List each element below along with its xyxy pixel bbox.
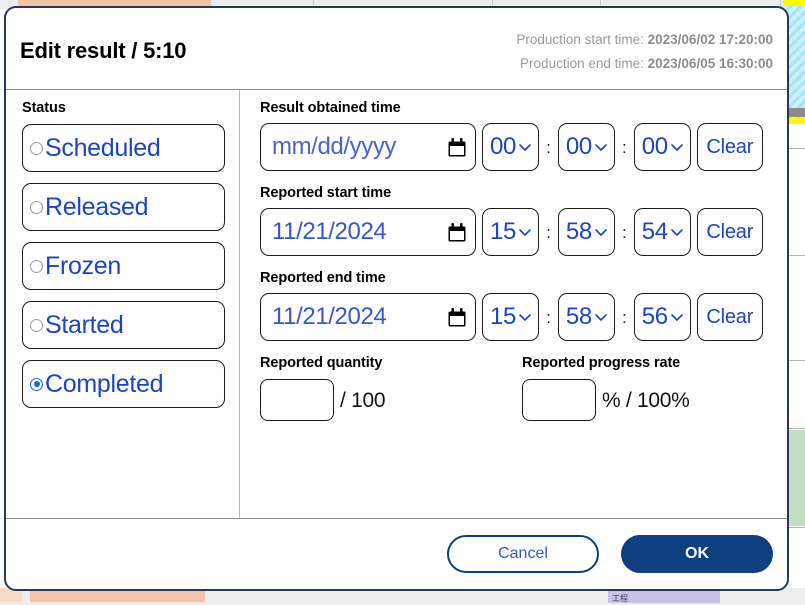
result-obtained-minute-value: 00 [565, 133, 592, 160]
result-obtained-minute-select[interactable]: 00 [557, 123, 615, 171]
radio-icon [30, 141, 43, 155]
reported-quantity-label: Reported quantity [260, 355, 383, 371]
result-obtained-second-select[interactable]: 00 [633, 123, 691, 171]
chevron-down-icon [595, 313, 607, 321]
reported-end-minute-value: 58 [565, 303, 592, 330]
chevron-down-icon [519, 143, 531, 151]
production-times: Production start time: 2023/06/02 17:20:… [516, 28, 773, 76]
status-option-scheduled[interactable]: Scheduled [22, 124, 225, 172]
chevron-down-icon [670, 143, 683, 151]
status-option-label: Scheduled [45, 133, 161, 162]
edit-result-dialog: Edit result / 5:10 Production start time… [4, 6, 789, 591]
reported-end-time-group: Reported end time 11/21/2024 15: 58: 5… [260, 270, 775, 341]
result-obtained-time-group: Result obtained time mm/dd/yyyy 00: 00 … [260, 100, 775, 171]
radio-icon [30, 200, 43, 214]
reported-start-hour-value: 15 [490, 218, 517, 245]
calendar-icon[interactable] [448, 307, 466, 327]
result-obtained-hour-value: 00 [490, 133, 517, 160]
reported-quantity-inline: / 100 [260, 379, 522, 421]
reported-end-time-label: Reported end time [260, 270, 386, 286]
fields-column: Result obtained time mm/dd/yyyy 00: 00 … [240, 90, 787, 518]
calendar-icon[interactable] [448, 137, 466, 157]
reported-start-hour-select[interactable]: 15 [482, 208, 540, 256]
reported-quantity-input[interactable] [260, 379, 334, 421]
radio-icon [30, 318, 43, 332]
reported-start-minute-value: 58 [565, 218, 592, 245]
time-colon-separator: : [621, 222, 627, 242]
time-colon-separator: : [546, 137, 551, 157]
reported-end-time-row: 11/21/2024 15 : 58: 56 Clear [260, 293, 775, 341]
reported-end-clear-button[interactable]: Clear [696, 293, 763, 341]
reported-start-date-input[interactable]: 11/21/2024 [260, 208, 476, 256]
time-colon-separator: : [546, 307, 551, 327]
chevron-down-icon [595, 143, 607, 151]
production-end-time-label: Production end time: [520, 56, 644, 71]
reported-start-time-group: Reported start time 11/21/2024 15: 58:… [260, 185, 775, 256]
backdrop-highlight-top [783, 0, 805, 6]
production-end-time-row: Production end time: 2023/06/05 16:30:00 [516, 52, 773, 76]
status-option-label: Released [45, 192, 149, 221]
time-colon-separator: : [621, 307, 627, 327]
reported-progress-rate-input[interactable] [522, 379, 596, 421]
status-option-label: Frozen [45, 251, 122, 280]
reported-progress-rate-unit: % / 100% [602, 388, 690, 412]
result-obtained-hour-select[interactable]: 00 [482, 123, 540, 171]
cancel-button[interactable]: Cancel [447, 535, 599, 573]
dialog-body: Status Scheduled Released Frozen Started… [6, 90, 787, 519]
status-option-released[interactable]: Released [22, 183, 225, 231]
reported-start-second-select[interactable]: 54 [633, 208, 691, 256]
chevron-down-icon [670, 228, 683, 236]
dialog-footer: Cancel OK [6, 519, 787, 589]
time-colon-separator: : [621, 137, 627, 157]
reported-end-second-select[interactable]: 56 [633, 293, 691, 341]
reported-end-date-value: 11/21/2024 [272, 303, 387, 330]
status-option-label: Completed [45, 369, 164, 398]
production-start-time-row: Production start time: 2023/06/02 17:20:… [516, 28, 773, 52]
reported-end-second-value: 56 [641, 303, 668, 330]
status-option-frozen[interactable]: Frozen [22, 242, 225, 290]
status-label: Status [22, 100, 66, 116]
status-option-started[interactable]: Started [22, 301, 225, 349]
reported-start-minute-select[interactable]: 58 [557, 208, 615, 256]
reported-progress-rate-inline: % / 100% [522, 379, 690, 421]
reported-start-clear-button[interactable]: Clear [696, 208, 763, 256]
reported-end-hour-select[interactable]: 15 [482, 293, 540, 341]
status-option-label: Started [45, 310, 124, 339]
result-obtained-time-row: mm/dd/yyyy 00 : 00: 00 Clear [260, 123, 775, 171]
production-end-time-value: 2023/06/05 16:30:00 [647, 56, 773, 71]
quantity-row: Reported quantity / 100 Reported progres… [260, 355, 775, 421]
result-obtained-clear-button[interactable]: Clear [696, 123, 763, 171]
result-obtained-second-value: 00 [641, 133, 668, 160]
reported-progress-rate-label: Reported progress rate [522, 355, 681, 371]
calendar-icon[interactable] [448, 222, 466, 242]
production-start-time-value: 2023/06/02 17:20:00 [647, 32, 773, 47]
reported-start-time-label: Reported start time [260, 185, 392, 201]
reported-quantity-unit: / 100 [340, 388, 386, 412]
radio-selected-icon [30, 377, 43, 391]
production-start-time-label: Production start time: [516, 32, 644, 47]
chevron-down-icon [595, 228, 607, 236]
status-column: Status Scheduled Released Frozen Started… [6, 90, 240, 518]
reported-start-second-value: 54 [641, 218, 668, 245]
radio-icon [30, 259, 43, 273]
reported-start-time-row: 11/21/2024 15 : 58: 54 Clear [260, 208, 775, 256]
backdrop-task-bar-label: 工程 [612, 594, 628, 603]
dialog-title: Edit result / 5:10 [20, 38, 187, 63]
chevron-down-icon [670, 313, 683, 321]
time-colon-separator: : [546, 222, 551, 242]
result-obtained-time-label: Result obtained time [260, 100, 401, 116]
result-obtained-date-input[interactable]: mm/dd/yyyy [260, 123, 476, 171]
reported-end-minute-select[interactable]: 58 [557, 293, 615, 341]
chevron-down-icon [519, 228, 531, 236]
result-obtained-date-value: mm/dd/yyyy [272, 133, 397, 160]
status-option-completed[interactable]: Completed [22, 360, 225, 408]
ok-button[interactable]: OK [621, 535, 773, 573]
chevron-down-icon [519, 313, 531, 321]
dialog-header: Edit result / 5:10 Production start time… [6, 8, 787, 90]
reported-end-hour-value: 15 [490, 303, 517, 330]
reported-quantity-group: Reported quantity / 100 [260, 355, 522, 421]
reported-end-date-input[interactable]: 11/21/2024 [260, 293, 476, 341]
reported-start-date-value: 11/21/2024 [272, 218, 387, 245]
reported-progress-rate-group: Reported progress rate % / 100% [522, 355, 690, 421]
